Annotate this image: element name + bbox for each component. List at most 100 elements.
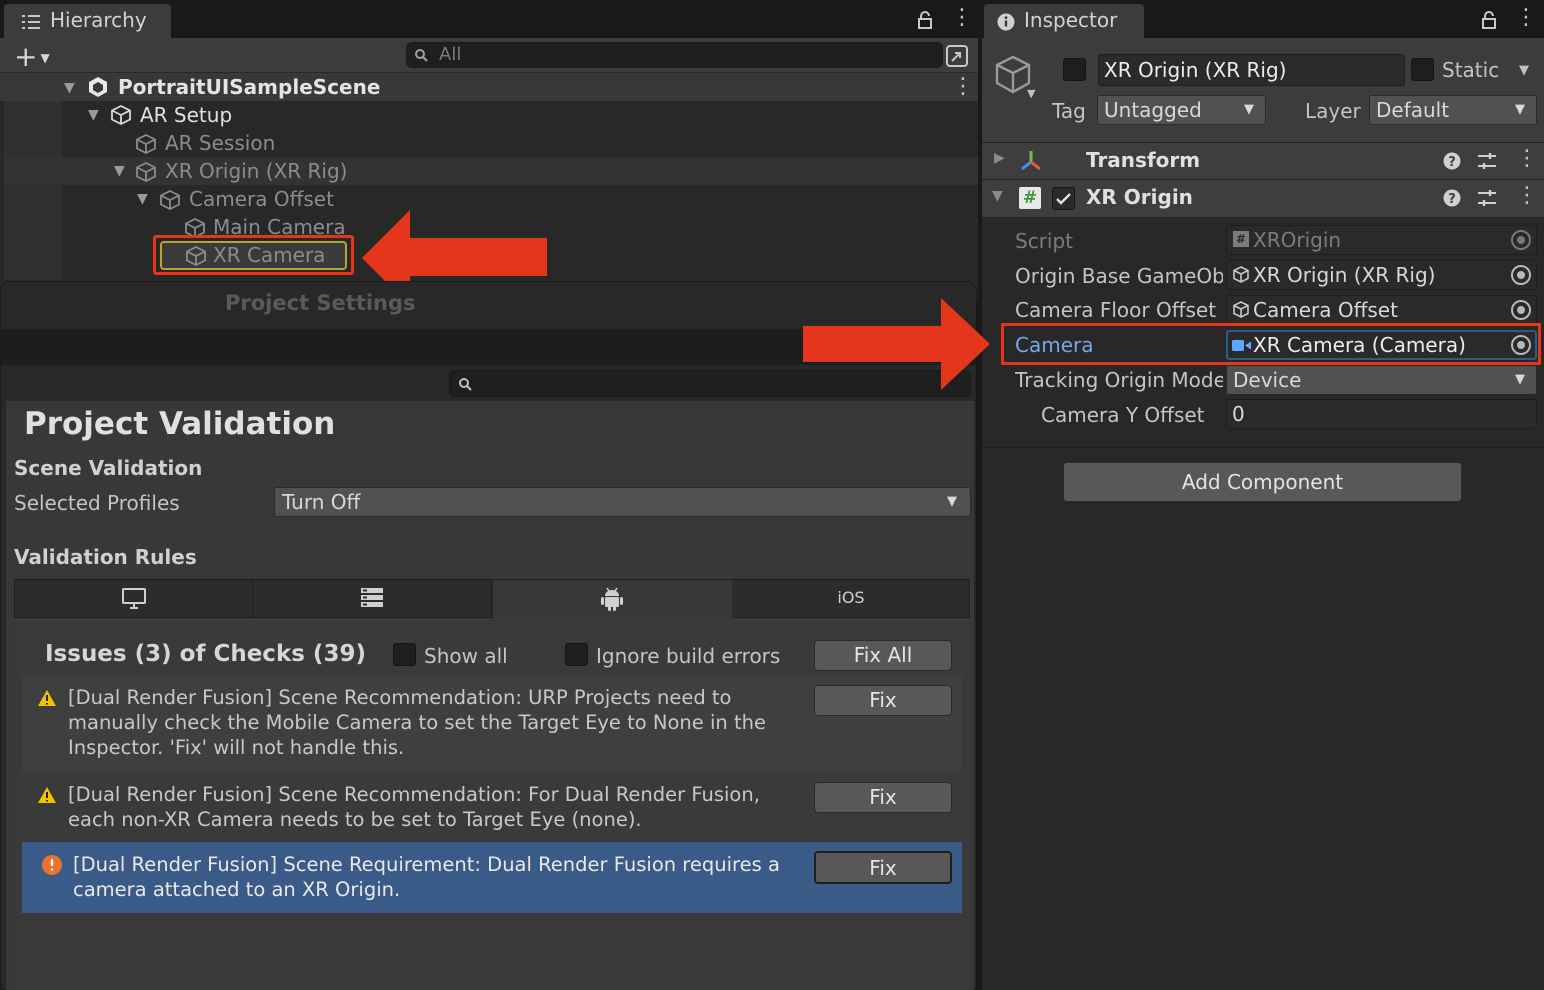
camera-icon — [1232, 340, 1251, 351]
layer-label: Layer — [1305, 99, 1361, 123]
gameobject-icon — [136, 133, 156, 155]
issue-row[interactable]: [Dual Render Fusion] Scene Recommendatio… — [22, 675, 962, 772]
gameobject-icon — [136, 161, 156, 183]
ignore-build-errors-checkbox[interactable] — [565, 643, 588, 666]
camera-field[interactable]: XR Camera (Camera) — [1226, 330, 1537, 360]
object-picker-icon[interactable] — [1511, 335, 1531, 355]
inspector-menu-icon[interactable]: ⋮ — [1515, 7, 1537, 29]
camera-floor-field[interactable]: Camera Offset — [1226, 295, 1537, 325]
component-label: XR Origin — [1086, 185, 1193, 209]
issue-text: [Dual Render Fusion] Scene Requirement: … — [73, 853, 780, 901]
xr-origin-header[interactable]: ▼ # XR Origin ? ⋮ — [982, 180, 1544, 218]
chevron-down-icon: ▼ — [947, 494, 957, 509]
search-placeholder: All — [439, 44, 462, 65]
object-picker-icon[interactable] — [1511, 230, 1531, 250]
object-name-field[interactable]: XR Origin (XR Rig) — [1098, 54, 1405, 86]
fix-all-button[interactable]: Fix All — [814, 640, 952, 671]
gameobject-icon — [111, 104, 131, 126]
help-icon[interactable]: ? — [1443, 189, 1461, 207]
hierarchy-item-xr-origin[interactable]: ▼ XR Origin (XR Rig) — [4, 157, 978, 185]
inspector-panel: Inspector ⋮ ▼ XR Origin (XR Rig) Static … — [982, 0, 1544, 990]
camera-y-offset-field[interactable]: 0 — [1226, 399, 1537, 429]
add-component-button[interactable]: Add Component — [1063, 462, 1462, 502]
scene-visibility-icon[interactable] — [946, 45, 968, 67]
component-menu-icon[interactable]: ⋮ — [1516, 148, 1538, 170]
hierarchy-item-label: Camera Offset — [189, 187, 334, 211]
add-button[interactable]: + ▼ — [14, 40, 50, 73]
issue-row-selected[interactable]: [Dual Render Fusion] Scene Requirement: … — [22, 842, 962, 913]
tracking-origin-label: Tracking Origin Mode — [1015, 368, 1223, 392]
script-field[interactable]: # XROrigin — [1226, 225, 1537, 255]
tag-value: Untagged — [1104, 98, 1202, 122]
issue-text: [Dual Render Fusion] Scene Recommendatio… — [68, 686, 766, 759]
gameobject-icon — [160, 189, 180, 211]
object-picker-icon[interactable] — [1511, 300, 1531, 320]
page-title: Project Validation — [24, 406, 336, 442]
hierarchy-panel: Hierarchy ⋮ + ▼ All ▼ PortraitUISampleSce… — [0, 0, 978, 306]
issue-text: [Dual Render Fusion] Scene Recommendatio… — [68, 783, 760, 831]
hierarchy-item-ar-session[interactable]: AR Session — [0, 129, 978, 157]
origin-base-label: Origin Base GameObj — [1015, 264, 1223, 288]
tab-android[interactable] — [493, 580, 732, 619]
lock-icon[interactable] — [1481, 11, 1497, 29]
static-dropdown-icon[interactable]: ▼ — [1519, 63, 1529, 78]
fix-button[interactable]: Fix — [814, 782, 952, 813]
icon-dropdown-arrow[interactable]: ▼ — [1027, 87, 1035, 100]
lock-icon[interactable] — [917, 11, 933, 29]
tab-server[interactable] — [254, 580, 492, 617]
camera-y-offset-value: 0 — [1232, 402, 1245, 426]
hierarchy-item-ar-setup[interactable]: ▼ AR Setup — [0, 101, 978, 129]
tag-dropdown[interactable]: Untagged ▼ — [1097, 95, 1266, 125]
static-checkbox[interactable] — [1411, 58, 1434, 81]
android-icon — [601, 587, 623, 611]
checkmark-icon — [1056, 193, 1071, 205]
object-picker-icon[interactable] — [1511, 265, 1531, 285]
issues-summary: Issues (3) of Checks (39) — [45, 641, 366, 667]
hierarchy-item-camera-offset[interactable]: ▼ Camera Offset — [0, 185, 978, 213]
origin-base-field[interactable]: XR Origin (XR Rig) — [1226, 260, 1537, 290]
fix-button[interactable]: Fix — [814, 685, 952, 716]
unity-scene-icon — [89, 77, 107, 97]
tracking-origin-dropdown[interactable]: Device ▼ — [1226, 365, 1537, 395]
scene-menu-icon[interactable]: ⋮ — [952, 76, 974, 98]
selected-profiles-label: Selected Profiles — [14, 491, 180, 515]
expand-arrow-icon: ▶ — [994, 150, 1005, 166]
fix-button[interactable]: Fix — [814, 851, 952, 884]
hierarchy-item-xr-camera[interactable]: XR Camera — [160, 241, 347, 270]
hierarchy-item-label: AR Session — [165, 131, 276, 155]
scene-name: PortraitUISampleScene — [118, 75, 381, 99]
ignore-build-errors-label: Ignore build errors — [596, 644, 781, 668]
camera-floor-label: Camera Floor Offset ( — [1015, 298, 1223, 322]
active-checkbox[interactable] — [1063, 58, 1086, 81]
hierarchy-menu-icon[interactable]: ⋮ — [951, 7, 973, 29]
divider — [982, 447, 1544, 448]
chevron-down-icon: ▼ — [1244, 102, 1254, 117]
presets-icon[interactable] — [1477, 189, 1497, 207]
transform-header[interactable]: ▶ Transform ? ⋮ — [982, 142, 1544, 180]
script-value: XROrigin — [1253, 228, 1342, 252]
collapse-arrow-icon: ▼ — [992, 188, 1003, 204]
transform-label: Transform — [1086, 148, 1201, 172]
hierarchy-item-label: XR Camera — [213, 243, 326, 267]
component-menu-icon[interactable]: ⋮ — [1516, 185, 1538, 207]
hierarchy-item-label: AR Setup — [140, 103, 233, 127]
search-icon — [415, 49, 428, 62]
show-all-label: Show all — [424, 644, 508, 668]
script-label: Script — [1015, 229, 1074, 253]
hierarchy-tab[interactable]: Hierarchy — [4, 4, 171, 38]
tab-standalone[interactable] — [15, 580, 253, 617]
tab-ios[interactable]: iOS — [733, 580, 969, 617]
layer-value: Default — [1376, 98, 1450, 122]
presets-icon[interactable] — [1477, 152, 1497, 170]
issue-row[interactable]: [Dual Render Fusion] Scene Recommendatio… — [22, 772, 962, 842]
help-icon[interactable]: ? — [1443, 152, 1461, 170]
inspector-tab-label: Inspector — [1024, 8, 1118, 32]
selected-profiles-dropdown[interactable]: Turn Off ▼ — [274, 487, 971, 517]
camera-value: XR Camera (Camera) — [1253, 333, 1466, 357]
show-all-checkbox[interactable] — [393, 643, 416, 666]
scene-row[interactable]: ▼ PortraitUISampleScene ⋮ — [0, 73, 978, 101]
hierarchy-search-input[interactable]: All — [406, 42, 943, 68]
component-enabled-checkbox[interactable] — [1052, 187, 1075, 210]
inspector-tab[interactable]: Inspector — [984, 4, 1144, 38]
layer-dropdown[interactable]: Default ▼ — [1369, 95, 1537, 125]
